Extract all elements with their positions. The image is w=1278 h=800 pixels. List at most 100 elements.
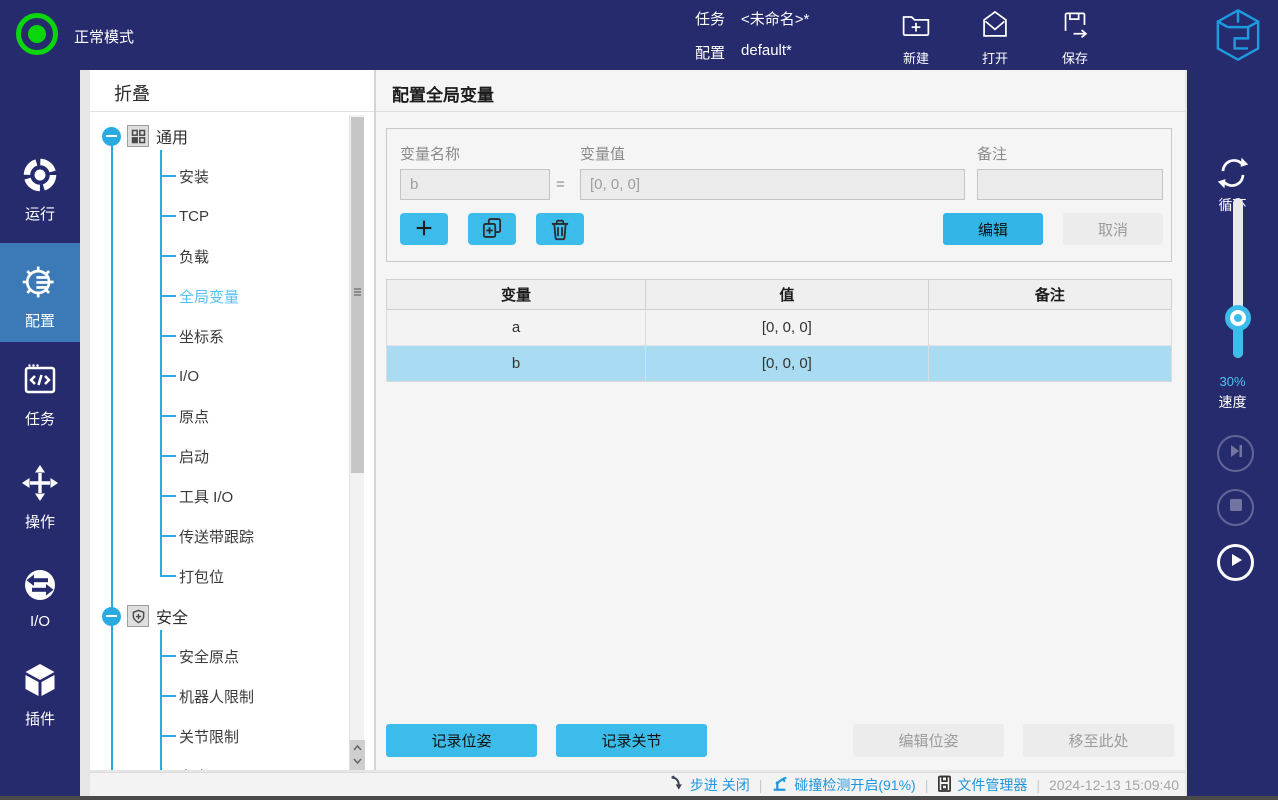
play-icon <box>1228 552 1244 573</box>
file-manager-icon <box>937 775 952 795</box>
save-button[interactable]: 保存 <box>1049 9 1101 67</box>
step-mode-status[interactable]: 步进 关闭 <box>669 775 750 795</box>
nav-item-label: 运行 <box>24 206 55 223</box>
speed-slider[interactable] <box>1225 198 1251 358</box>
cell-variable: b <box>385 345 647 382</box>
cell-value: [0, 0, 0] <box>645 309 929 346</box>
tree-item-label: 传送带跟踪 <box>179 528 255 546</box>
left-nav: 运行 配置 任务 操作 I/O 插件 <box>0 70 80 800</box>
main-panel: 配置全局变量 变量名称 变量值 备注 = 编辑 取消 <box>375 70 1185 770</box>
tree-item-安全I/O[interactable]: 安全I/O <box>90 756 340 771</box>
tree-item-label: 工具 I/O <box>179 488 234 506</box>
collapse-minus-icon[interactable] <box>102 606 121 626</box>
page-title: 配置全局变量 <box>392 86 494 105</box>
table-row-b[interactable]: b [0, 0, 0] <box>385 345 1173 382</box>
variables-table: 变量 值 备注 a [0, 0, 0] b [0, 0, 0] <box>385 279 1173 382</box>
cube-icon <box>0 660 80 704</box>
table-body: a [0, 0, 0] b [0, 0, 0] <box>385 309 1173 382</box>
remark-input[interactable] <box>977 169 1163 200</box>
status-bar: 步进 关闭 | 碰撞检测开启(91%) | 文件管理器 | 2024-12-13… <box>90 772 1185 796</box>
stop-button[interactable] <box>1217 489 1254 526</box>
move-arrows-icon <box>0 463 80 507</box>
open-button[interactable]: 打开 <box>969 9 1021 67</box>
tree-group-通用[interactable]: 通用 <box>90 116 340 156</box>
bottom-edge-strip <box>0 796 1278 800</box>
collision-status[interactable]: 碰撞检测开启(91%) <box>771 774 916 795</box>
nav-item-operate[interactable]: 操作 <box>0 463 80 543</box>
copy-variable-button[interactable] <box>468 213 516 245</box>
tree-item-负载[interactable]: 负载 <box>90 236 340 276</box>
file-manager-link[interactable]: 文件管理器 <box>937 775 1027 795</box>
nav-item-plugin[interactable]: 插件 <box>0 660 80 740</box>
speed-percent: 30% <box>1219 374 1246 389</box>
tree-item-原点[interactable]: 原点 <box>90 396 340 436</box>
add-variable-button[interactable] <box>400 213 448 245</box>
tree-item-安全原点[interactable]: 安全原点 <box>90 636 340 676</box>
edit-pose-button[interactable]: 编辑位姿 <box>853 724 1004 757</box>
tree-item-label: 原点 <box>179 408 210 426</box>
tree-item-全局变量[interactable]: 全局变量 <box>90 276 340 316</box>
speed-label: 速度 <box>1218 394 1247 410</box>
file-manager-label: 文件管理器 <box>957 776 1028 793</box>
tree-scrollbar-thumb[interactable] <box>351 117 364 473</box>
record-pose-button[interactable]: 记录位姿 <box>386 724 537 757</box>
new-button[interactable]: 新建 <box>890 9 942 67</box>
delete-variable-button[interactable] <box>536 213 584 245</box>
cancel-button[interactable]: 取消 <box>1063 213 1163 245</box>
tree-item-TCP[interactable]: TCP <box>90 196 340 236</box>
value-input[interactable] <box>580 169 965 200</box>
title-divider <box>376 111 1185 112</box>
top-bar: 正常模式 任务 <未命名>* 配置 default* 新建 打开 保存 <box>0 0 1278 70</box>
app-window: 正常模式 任务 <未命名>* 配置 default* 新建 打开 保存 运行 配… <box>0 0 1278 800</box>
nav-item-config[interactable]: 配置 <box>0 243 80 342</box>
speed-slider-knob[interactable] <box>1225 305 1251 331</box>
nav-item-label: 插件 <box>24 711 55 728</box>
nav-item-label: I/O <box>29 613 50 630</box>
record-joint-button[interactable]: 记录关节 <box>556 724 707 757</box>
tree-item-label: TCP <box>179 207 209 225</box>
copy-icon <box>479 215 505 244</box>
tree-item-label: 安全原点 <box>179 648 240 666</box>
code-window-icon <box>0 360 80 404</box>
tree-item-启动[interactable]: 启动 <box>90 436 340 476</box>
table-row-a[interactable]: a [0, 0, 0] <box>385 309 1173 346</box>
step-forward-icon <box>1227 442 1245 465</box>
edit-button[interactable]: 编辑 <box>943 213 1043 245</box>
collapse-minus-icon[interactable] <box>102 126 121 146</box>
config-value: default* <box>741 42 792 59</box>
nav-item-task[interactable]: 任务 <box>0 360 80 440</box>
tree-group-label: 通用 <box>156 130 189 147</box>
tree-item-I/O[interactable]: I/O <box>90 356 340 396</box>
step-forward-button[interactable] <box>1217 435 1254 472</box>
collapse-label[interactable]: 折叠 <box>114 80 150 106</box>
tree-item-机器人限制[interactable]: 机器人限制 <box>90 676 340 716</box>
tree-item-打包位[interactable]: 打包位 <box>90 556 340 596</box>
tree-item-坐标系[interactable]: 坐标系 <box>90 316 340 356</box>
robot-arm-icon <box>771 774 789 795</box>
tree-item-关节限制[interactable]: 关节限制 <box>90 716 340 756</box>
task-label: 任务 <box>695 11 726 28</box>
tree-item-安装[interactable]: 安装 <box>90 156 340 196</box>
tree-item-label: 坐标系 <box>179 328 225 346</box>
right-control-bar: 循环 30% 速度 <box>1187 70 1278 800</box>
tree-scrollbar[interactable] <box>349 115 365 770</box>
tree-group-安全[interactable]: 安全 <box>90 596 340 636</box>
tree-scrollbar-arrows[interactable] <box>350 740 365 770</box>
table-header: 变量 值 备注 <box>385 279 1173 310</box>
tree-item-label: 负载 <box>179 248 210 266</box>
tree-item-传送带跟踪[interactable]: 传送带跟踪 <box>90 516 340 556</box>
tree-group-label: 安全 <box>156 610 189 627</box>
cell-variable: a <box>385 309 647 346</box>
nav-item-io[interactable]: I/O <box>0 565 80 645</box>
move-here-button[interactable]: 移至此处 <box>1023 724 1174 757</box>
tree-item-工具 I/O[interactable]: 工具 I/O <box>90 476 340 516</box>
config-row: 配置 default* <box>695 42 792 63</box>
play-button[interactable] <box>1217 544 1254 581</box>
stop-icon <box>1229 498 1243 517</box>
step-arrow-icon <box>669 775 685 794</box>
plus-icon <box>411 215 437 244</box>
tree-item-label: 安装 <box>179 168 210 186</box>
name-input[interactable] <box>400 169 550 200</box>
value-label: 变量值 <box>580 146 626 163</box>
nav-item-run[interactable]: 运行 <box>0 155 80 235</box>
